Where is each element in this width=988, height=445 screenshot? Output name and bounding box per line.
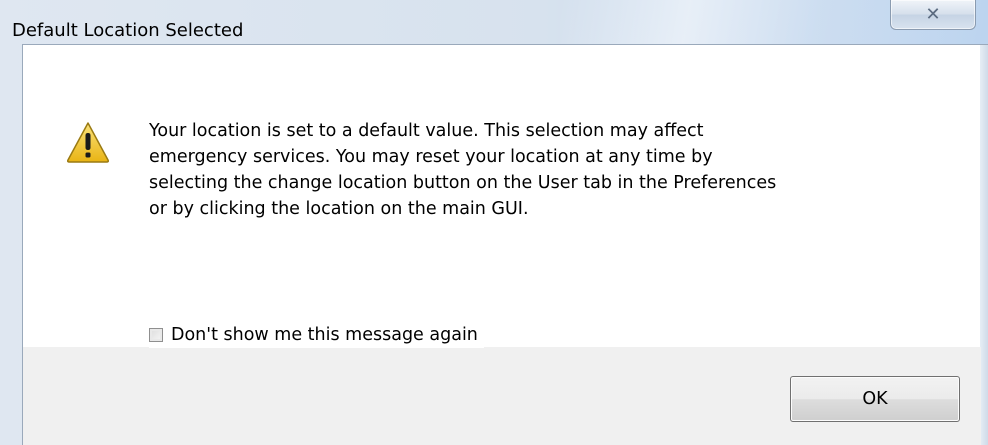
window-frame-right: [980, 45, 988, 445]
dont-show-again-option[interactable]: Don't show me this message again: [149, 322, 484, 348]
dialog-window: Default Location Selected ✕ Your locatio…: [0, 0, 988, 445]
message-line: selecting the change location button on …: [149, 173, 777, 193]
warning-icon: [66, 122, 110, 163]
close-button[interactable]: ✕: [890, 0, 976, 30]
dialog-content: Your location is set to a default value.…: [22, 44, 988, 445]
message-line: or by clicking the location on the main …: [149, 199, 529, 219]
message-line: Your location is set to a default value.…: [149, 121, 704, 141]
dialog-title: Default Location Selected: [12, 20, 244, 41]
ok-button[interactable]: OK: [790, 376, 960, 422]
dont-show-again-checkbox[interactable]: [149, 328, 163, 342]
message-text: Your location is set to a default value.…: [149, 118, 949, 222]
dont-show-again-label[interactable]: Don't show me this message again: [171, 325, 478, 345]
close-icon: ✕: [925, 3, 941, 25]
message-line: emergency services. You may reset your l…: [149, 147, 713, 167]
